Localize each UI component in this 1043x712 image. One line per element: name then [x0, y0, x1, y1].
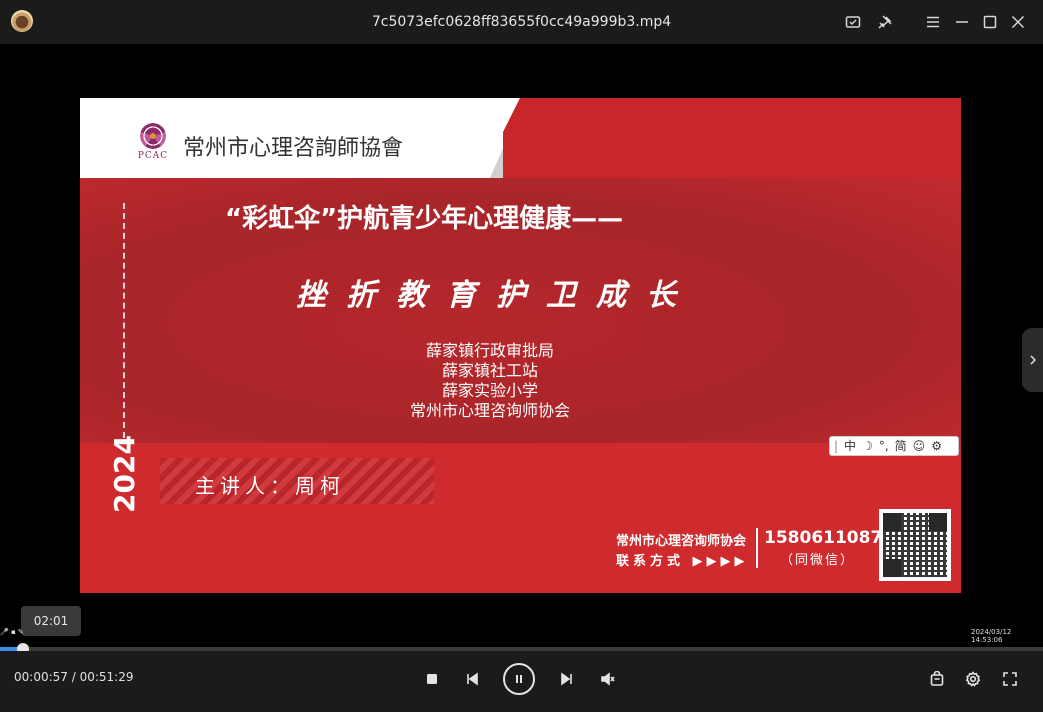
skip-next-icon — [561, 672, 572, 686]
slide-year: 2024 — [108, 435, 141, 513]
slide-main-title: “彩虹伞”护航青少年心理健康—— — [225, 204, 624, 234]
side-panel-toggle[interactable] — [1022, 328, 1043, 392]
pcac-logo: PCAC — [134, 123, 172, 165]
pin-button[interactable] — [874, 11, 896, 33]
ime-simplified[interactable]: 简 — [895, 437, 907, 455]
video-watermark-left: 🎤 ▪ ✎ — [0, 628, 24, 636]
contact-divider — [756, 528, 758, 568]
chevron-right-icon — [1029, 355, 1036, 365]
volume-icon — [601, 672, 615, 686]
contact-phone: 15806110875 — [764, 528, 895, 548]
ime-settings-icon[interactable]: ⚙ — [931, 437, 942, 455]
minimize-icon — [956, 21, 968, 23]
organizer-item: 薛家镇行政审批局 — [425, 341, 554, 360]
screenshot-icon — [845, 16, 861, 28]
dashed-divider — [123, 203, 125, 438]
app-logo-icon[interactable] — [11, 10, 33, 32]
flower-logo-icon — [140, 123, 166, 149]
pause-button[interactable] — [503, 663, 535, 695]
ime-mode-chinese[interactable]: 中 — [844, 437, 856, 455]
playlist-button[interactable] — [928, 670, 946, 688]
seek-time-tooltip: 02:01 — [21, 606, 81, 636]
pause-icon — [516, 675, 522, 683]
organizer-list: 薛家镇行政审批局 薛家镇社工站 薛家实验小学 常州市心理咨询师协会 — [330, 341, 650, 421]
gear-icon — [965, 671, 981, 687]
menu-button[interactable] — [922, 11, 944, 33]
video-timestamp-watermark: 2024/03/12 14:53:06 — [971, 628, 1012, 644]
contact-way: 联系方式 ▶▶▶▶ — [616, 554, 749, 569]
contact-org: 常州市心理咨询师协会 — [616, 534, 747, 549]
settings-button[interactable] — [964, 670, 982, 688]
title-bar: 7c5073efc0628ff83655f0cc49a999b3.mp4 — [0, 0, 1043, 44]
qr-code-pattern — [883, 513, 947, 577]
ime-punctuation[interactable]: °, — [879, 437, 889, 455]
fullscreen-button[interactable] — [1001, 670, 1019, 688]
previous-button[interactable] — [463, 670, 481, 688]
speaker-label: 主讲人：周柯 — [195, 474, 345, 498]
slide-org-name: 常州市心理咨詢師協會 — [183, 136, 404, 161]
video-frame[interactable]: PCAC 常州市心理咨詢師協會 “彩虹伞”护航青少年心理健康—— 挫折教育护卫成… — [80, 98, 961, 593]
fullscreen-icon — [1003, 672, 1017, 686]
ime-emoji-icon[interactable]: ☺ — [913, 437, 926, 455]
volume-button[interactable] — [598, 670, 618, 688]
close-icon — [1011, 15, 1025, 29]
next-button[interactable] — [558, 670, 576, 688]
ime-handle[interactable]: | — [834, 437, 838, 455]
screenshot-button[interactable] — [842, 11, 864, 33]
contact-wechat-note: （同微信） — [780, 553, 856, 568]
stop-button[interactable] — [423, 670, 441, 688]
skip-previous-icon — [467, 672, 478, 686]
playback-time: 00:00:57 / 00:51:29 — [14, 670, 134, 684]
stop-icon — [427, 674, 437, 684]
pcac-logo-text: PCAC — [137, 151, 169, 161]
bag-icon — [930, 671, 944, 686]
organizer-item: 常州市心理咨询师协会 — [409, 401, 570, 420]
menu-icon — [927, 16, 939, 28]
qr-code — [879, 509, 951, 581]
ime-moon-icon[interactable]: ☽ — [862, 437, 873, 455]
minimize-button[interactable] — [951, 11, 973, 33]
slide-subtitle: 挫折教育护卫成长 — [296, 278, 696, 313]
organizer-item: 薛家实验小学 — [441, 381, 538, 400]
close-button[interactable] — [1007, 11, 1029, 33]
ime-toolbar[interactable]: | 中 ☽ °, 简 ☺ ⚙ — [829, 436, 959, 456]
maximize-button[interactable] — [979, 11, 1001, 33]
pin-icon — [878, 15, 892, 29]
organizer-item: 薛家镇社工站 — [441, 361, 538, 380]
maximize-icon — [983, 15, 997, 29]
